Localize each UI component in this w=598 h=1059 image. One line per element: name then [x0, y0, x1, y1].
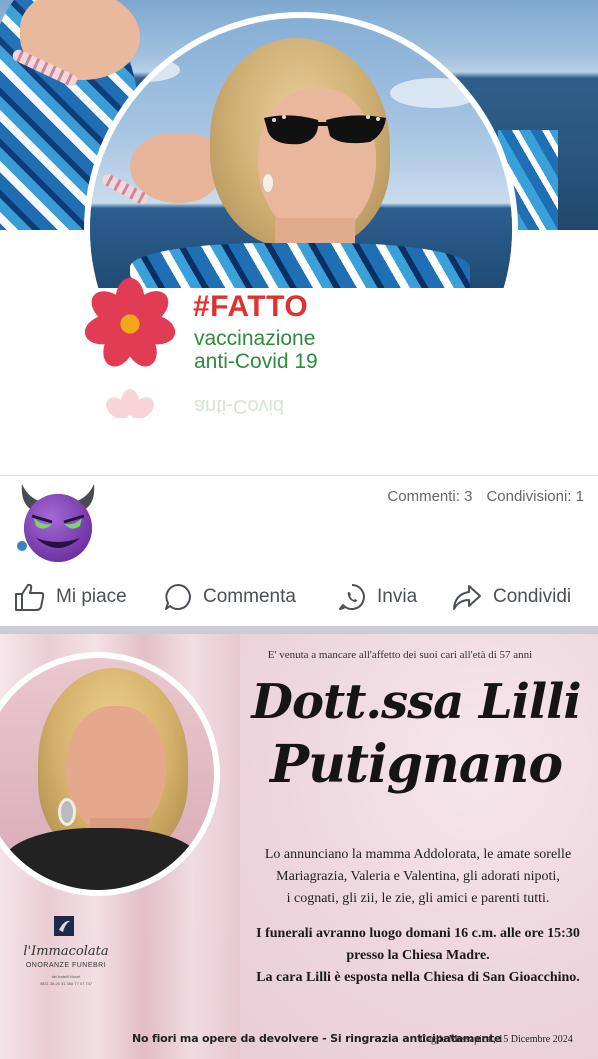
comment-button[interactable]: Commenta — [163, 575, 296, 619]
send-button[interactable]: Invia — [337, 575, 417, 619]
funeral-home-logo: l'Immacolata ONORANZE FUNEBRI dei fratel… — [16, 914, 112, 1034]
engagement-counts: Commenti: 3 Condivisioni: 1 — [387, 488, 584, 505]
sunglasses-graphic — [264, 115, 386, 145]
deceased-name-line-1: Dott.ssa Lilli — [251, 674, 581, 730]
post-action-bar: Mi piace Commenta Invia Condividi — [0, 575, 598, 619]
logo-subtitle: ONORANZE FUNEBRI — [25, 962, 107, 969]
notice-announcement: Lo annunciano la mamma Addolorata, le am… — [236, 844, 598, 910]
badge-line-2: anti-Covid 19 — [194, 350, 318, 373]
announcement-line: Mariagrazia, Valeria e Valentina, gli ad… — [276, 869, 560, 884]
funeral-home-mark-icon — [54, 916, 74, 936]
badge-reflection-text: anti-Covid — [194, 395, 285, 417]
announcement-line: Lo annunciano la mamma Addolorata, le am… — [264, 847, 572, 862]
notice-intro: E' venuta a mancare all'affetto dei suoi… — [267, 649, 533, 661]
share-button[interactable]: Condividi — [451, 575, 571, 619]
smiling-devil-icon[interactable] — [14, 480, 102, 564]
send-label: Invia — [377, 586, 418, 607]
divider — [0, 475, 598, 476]
notice-place-date: Ceglie Messapica , 15 Dicembre 2024 — [420, 1034, 573, 1045]
logo-script: l'Immacolata — [23, 944, 109, 959]
shares-count[interactable]: Condivisioni: 1 — [486, 488, 584, 505]
funeral-line: I funerali avranno luogo domani 16 c.m. … — [256, 926, 580, 941]
comment-label: Commenta — [203, 586, 296, 607]
logo-tagline: dei fratelli Nocet — [51, 974, 81, 979]
deceased-name-line-2: Putignano — [269, 734, 563, 795]
thumbs-up-icon — [15, 583, 45, 611]
funeral-notice-image[interactable]: E' venuta a mancare all'affetto dei suoi… — [0, 634, 598, 1059]
like-button[interactable]: Mi piace — [14, 575, 127, 619]
announcement-line: i cognati, gli zii, le zie, gli amici e … — [286, 891, 550, 906]
share-label: Condividi — [493, 586, 572, 607]
avatar-photo — [90, 18, 512, 288]
profile-avatar[interactable] — [90, 18, 512, 440]
funeral-details: I funerali avranno luogo domani 16 c.m. … — [236, 923, 598, 989]
flower-icon — [84, 277, 176, 367]
logo-phones: 0831 38 25 31 360 77 07 747 — [39, 981, 93, 986]
funeral-line: La cara Lilli è esposta nella Chiesa di … — [256, 970, 580, 985]
like-label: Mi piace — [56, 586, 127, 607]
post-separator — [0, 626, 598, 634]
badge-line-1: vaccinazione — [194, 327, 316, 350]
funeral-line: presso la Chiesa Madre. — [346, 948, 490, 963]
badge-reflection: anti-Covid — [100, 388, 340, 428]
whatsapp-icon — [339, 584, 365, 610]
comment-bubble-icon — [165, 584, 191, 610]
share-arrow-icon — [453, 585, 481, 610]
badge-title: #FATTO — [193, 290, 309, 323]
comments-count[interactable]: Commenti: 3 — [387, 488, 472, 505]
